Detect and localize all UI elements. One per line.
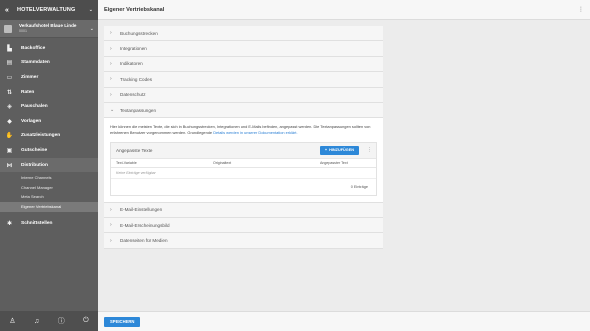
save-button[interactable]: SPEICHERN xyxy=(104,316,141,327)
sidebar-item-gutscheine[interactable]: ▣ Gutscheine xyxy=(0,143,98,158)
layers-icon: ◆ xyxy=(7,118,12,125)
property-name: Verkaufshotel Blaue Linde xyxy=(19,22,77,28)
property-id: 0001 xyxy=(19,28,27,33)
card-title: Angepasste Texte xyxy=(116,147,153,153)
accordion-label: Integrationen xyxy=(120,46,147,52)
sidebar-item-vorlagen[interactable]: ◆ Vorlagen xyxy=(0,114,98,129)
accordion-label: Buchungsstrecken xyxy=(120,30,158,36)
sidebar-item-label: Gutscheine xyxy=(21,147,48,153)
sidebar-item-label: Vorlagen xyxy=(21,118,42,124)
sidebar-item-stammdaten[interactable]: ▤ Stammdaten xyxy=(0,56,98,71)
sidebar-item-label: Raten xyxy=(21,89,35,95)
chevron-down-icon: ⌄ xyxy=(89,25,94,32)
chevron-right-icon: › xyxy=(110,237,112,244)
share-icon: ⋈ xyxy=(6,162,13,169)
chevron-right-icon: › xyxy=(110,91,112,98)
sidebar-item-schnittstellen[interactable]: ✱ Schnittstellen xyxy=(0,217,98,232)
sidebar-item-backoffice[interactable]: ▙ Backoffice xyxy=(0,41,98,56)
sidebar-item-label: Backoffice xyxy=(21,45,46,51)
rates-icon: ⇅ xyxy=(6,89,13,96)
bed-icon: ▭ xyxy=(6,74,13,81)
sidebar-subitem-channel-manager[interactable]: Channel Manager xyxy=(0,182,98,192)
more-options-icon[interactable]: ⋮ xyxy=(367,147,372,153)
document-icon: ▤ xyxy=(6,60,13,67)
plus-icon: + xyxy=(324,148,328,153)
hotel-icon xyxy=(4,24,12,33)
power-icon[interactable]: ⏻ xyxy=(83,317,89,325)
sidebar-header: « HOTELVERWALTUNG ⌄ xyxy=(0,0,98,20)
textanpassungen-panel: Hier können die meisten Texte, die sich … xyxy=(104,118,383,203)
sidebar-item-label: Distribution xyxy=(21,162,48,168)
accordion-email-erscheinungsbild[interactable]: › E-Mail-Erscheinungsbild xyxy=(104,218,383,234)
chevron-down-icon[interactable]: ⌄ xyxy=(89,7,93,13)
sidebar-item-label: Zimmer xyxy=(21,74,39,80)
accordion-datenschutz[interactable]: › Datenschutz xyxy=(104,87,383,103)
chevron-right-icon: › xyxy=(110,76,112,83)
hand-icon: ✋ xyxy=(5,133,14,140)
sidebar-item-pauschalen[interactable]: ◈ Pauschalen xyxy=(0,99,98,114)
app-title: HOTELVERWALTUNG xyxy=(17,7,76,13)
chevron-right-icon: › xyxy=(110,222,112,229)
accordion-label: Datenseiten für Medien xyxy=(120,238,168,244)
sidebar-subitem-eigener-vertriebskanal[interactable]: Eigener Vertriebskanal xyxy=(0,201,98,212)
sidebar-footer: ♙ ♫ ⓘ ⏻ xyxy=(0,311,98,331)
column-header[interactable]: Originaltext xyxy=(213,161,320,165)
custom-texts-card: Angepasste Texte + HINZUFÜGEN ⋮ Text-Var… xyxy=(110,141,377,196)
accordion-label: Textanpassungen xyxy=(120,107,157,113)
card-header: Angepasste Texte + HINZUFÜGEN ⋮ xyxy=(111,142,376,159)
page-title: Eigener Vertriebskanal xyxy=(104,6,165,13)
chevron-right-icon: › xyxy=(110,206,112,213)
accordion-label: Datenschutz xyxy=(120,92,146,98)
sidebar-item-label: Pauschalen xyxy=(21,104,48,110)
sidebar-subitem-interne-channels[interactable]: Interne Channels xyxy=(0,172,98,182)
accordion-integrationen[interactable]: › Integrationen xyxy=(104,41,383,57)
sidebar: « HOTELVERWALTUNG ⌄ Verkaufshotel Blaue … xyxy=(0,0,98,331)
accordion-indikatoren[interactable]: › Indikatoren xyxy=(104,56,383,73)
user-icon[interactable]: ♙ xyxy=(9,317,15,325)
accordion-datenseiten-medien[interactable]: › Datenseiten für Medien xyxy=(104,233,383,249)
bottom-bar: SPEICHERN xyxy=(98,311,590,331)
table-header: Text-Variable Originaltext Angepasster T… xyxy=(111,159,376,168)
accordion-label: Indikatoren xyxy=(120,61,143,67)
chevron-right-icon: › xyxy=(110,60,112,67)
top-bar: Eigener Vertriebskanal ⋮ xyxy=(98,0,590,20)
bell-icon[interactable]: ♫ xyxy=(34,318,39,325)
accordion-label: Tracking Codes xyxy=(120,76,152,82)
add-button[interactable]: + HINZUFÜGEN xyxy=(319,145,359,155)
accordion-label: E-Mail-Einstellungen xyxy=(120,207,163,213)
sidebar-nav: ▙ Backoffice ▤ Stammdaten ▭ Zimmer ⇅ Rat… xyxy=(0,41,98,231)
sidebar-item-label: Stammdaten xyxy=(21,60,50,66)
help-icon[interactable]: ⓘ xyxy=(58,316,65,326)
column-header[interactable]: Text-Variable xyxy=(116,161,213,165)
documentation-link[interactable]: Details werden in unserer Dokumentation … xyxy=(213,130,297,135)
chevron-right-icon: › xyxy=(110,30,112,37)
more-options-icon[interactable]: ⋮ xyxy=(578,6,584,13)
main-content: › Buchungsstrecken › Integrationen › Ind… xyxy=(104,26,383,249)
gift-icon: ▣ xyxy=(6,147,13,154)
empty-state: Keine Einträge verfügbar xyxy=(111,168,376,179)
accordion-label: E-Mail-Erscheinungsbild xyxy=(120,222,170,228)
building-icon: ▙ xyxy=(7,45,12,52)
column-header[interactable]: Angepasster Text xyxy=(320,161,376,165)
sidebar-item-label: Zusatzleistungen xyxy=(21,133,61,139)
accordion-buchungsstrecken[interactable]: › Buchungsstrecken xyxy=(104,26,383,42)
sidebar-item-zimmer[interactable]: ▭ Zimmer xyxy=(0,70,98,85)
sidebar-subitem-meta-search[interactable]: Meta Search xyxy=(0,192,98,202)
chevron-down-icon: ⌄ xyxy=(110,107,115,114)
sidebar-item-label: Schnittstellen xyxy=(21,221,53,227)
add-button-label: HINZUFÜGEN xyxy=(329,148,354,153)
property-selector[interactable]: Verkaufshotel Blaue Linde 0001 ⌄ xyxy=(0,20,98,38)
accordion-email-einstellungen[interactable]: › E-Mail-Einstellungen xyxy=(104,202,383,219)
sidebar-item-raten[interactable]: ⇅ Raten xyxy=(0,85,98,100)
tag-icon: ◈ xyxy=(7,104,12,111)
chevron-right-icon: › xyxy=(110,45,112,52)
entry-count: 0 Einträge xyxy=(350,184,368,189)
collapse-icon[interactable]: « xyxy=(5,7,17,14)
sidebar-item-zusatzleistungen[interactable]: ✋ Zusatzleistungen xyxy=(0,129,98,144)
accordion-tracking-codes[interactable]: › Tracking Codes xyxy=(104,72,383,88)
accordion-textanpassungen[interactable]: ⌄ Textanpassungen xyxy=(104,102,383,119)
section-description: Hier können die meisten Texte, die sich … xyxy=(110,124,371,135)
plug-icon: ✱ xyxy=(6,221,13,228)
sidebar-item-distribution[interactable]: ⋈ Distribution xyxy=(0,157,98,173)
